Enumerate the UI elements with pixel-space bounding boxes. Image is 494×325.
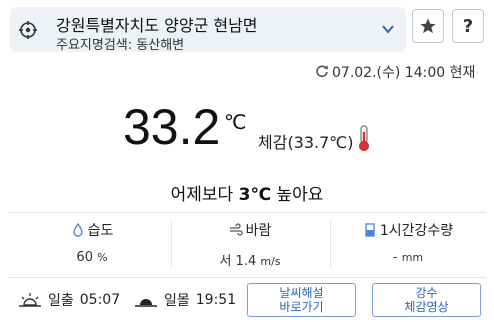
water-drop-icon — [72, 223, 83, 237]
favorite-button[interactable] — [412, 9, 444, 43]
sunrise-info: 일출 05:07 — [18, 290, 120, 310]
wind-label: 바람 — [245, 223, 272, 239]
help-button[interactable]: ? — [452, 9, 484, 43]
precipitation-video-button[interactable]: 강수 체감영상 — [372, 283, 481, 317]
precipitation-video-line2: 체감영상 — [404, 300, 449, 314]
rain-unit: mm — [401, 251, 424, 264]
wind-unit: m/s — [260, 255, 281, 268]
location-title: 강원특별자치도 양양군 현남면 — [56, 16, 258, 35]
current-temperature: 33.2 — [123, 99, 221, 155]
chevron-down-icon[interactable] — [382, 23, 394, 35]
divider — [8, 212, 486, 213]
precipitation-video-line1: 강수 — [415, 286, 438, 300]
sunset-time: 19:51 — [195, 292, 237, 308]
temperature-unit: ℃ — [224, 110, 247, 134]
yesterday-comparison: 어제보다 3℃ 높아요 — [0, 180, 494, 205]
wind-value: 서 1.4 — [219, 254, 257, 269]
rain-gauge-icon — [365, 223, 375, 237]
humidity-stat: 습도 60 % — [22, 220, 162, 265]
sunrise-icon — [19, 293, 41, 307]
comparison-suffix: 높아요 — [271, 185, 324, 205]
sunrise-time: 05:07 — [79, 292, 121, 308]
thermometer-icon — [359, 125, 369, 151]
comparison-delta: 3℃ — [238, 185, 272, 205]
humidity-value: 60 — [76, 250, 93, 265]
stat-separator — [171, 220, 172, 268]
refresh-icon[interactable] — [315, 64, 329, 78]
star-icon — [420, 18, 436, 34]
location-selector[interactable]: 강원특별자치도 양양군 현남면 주요지명검색: 동산해변 — [10, 7, 406, 53]
sunrise-label: 일출 — [48, 293, 74, 309]
divider — [8, 277, 486, 278]
humidity-label: 습도 — [87, 223, 114, 239]
comparison-prefix: 어제보다 — [170, 185, 239, 205]
weather-commentary-button[interactable]: 날씨해설 바로가기 — [247, 283, 356, 317]
observation-time: 07.02.(수) 14:00 현재 — [332, 65, 476, 81]
sunset-label: 일몰 — [164, 293, 190, 309]
wind-stat: 바람 서 1.4 m/s — [180, 220, 320, 269]
location-target-icon — [19, 21, 37, 39]
rain-stat: 1시간강수량 - mm — [338, 220, 478, 265]
stat-separator — [330, 220, 331, 268]
wind-icon — [229, 223, 243, 236]
sunset-info: 일몰 19:51 — [134, 290, 236, 310]
rain-value: - — [392, 250, 398, 265]
sunset-icon — [135, 299, 157, 307]
rain-label: 1시간강수량 — [379, 223, 454, 239]
feels-like-temperature: 체감(33.7℃) — [258, 133, 354, 152]
weather-commentary-line2: 바로가기 — [279, 300, 324, 314]
humidity-unit: % — [97, 251, 108, 264]
weather-commentary-line1: 날씨해설 — [279, 286, 324, 300]
location-subtitle: 주요지명검색: 동산해변 — [56, 38, 185, 53]
